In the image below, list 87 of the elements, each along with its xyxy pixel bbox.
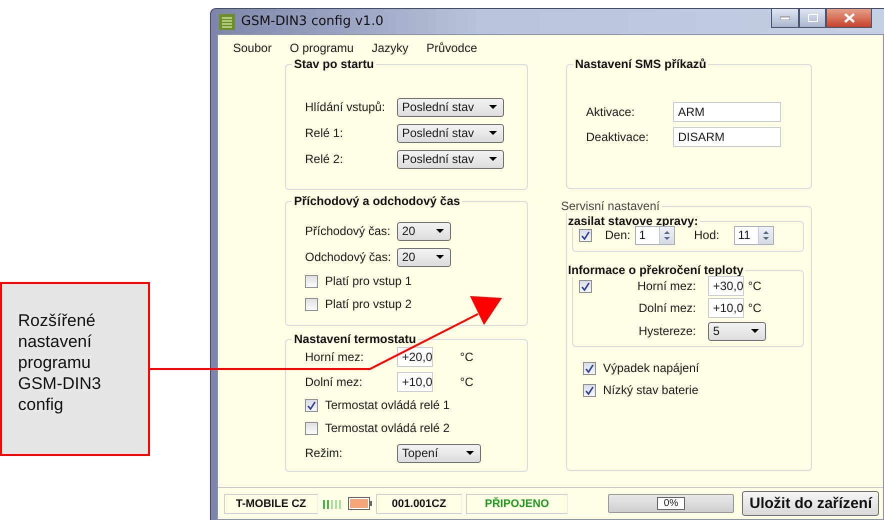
dropdown[interactable]: Poslední stav xyxy=(397,98,504,116)
dropdown[interactable]: Topení xyxy=(397,444,481,462)
group-title: zasilat stavove zpravy: xyxy=(567,214,700,228)
text-field[interactable]: +30,0 xyxy=(708,276,744,296)
field-label: Hlídání vstupů: xyxy=(305,100,386,114)
caret-icon xyxy=(436,255,444,259)
checkbox[interactable] xyxy=(305,398,318,412)
checkbox[interactable] xyxy=(583,362,596,374)
close-icon xyxy=(844,13,854,23)
caret-icon xyxy=(489,157,497,161)
window-title: GSM-DIN3 config v1.0 xyxy=(241,14,384,29)
progress-reading: 0% xyxy=(656,497,686,510)
number-spinner[interactable]: 1 xyxy=(635,226,675,244)
checkbox[interactable] xyxy=(305,274,318,288)
unit-label: °C xyxy=(460,350,474,364)
text-field[interactable]: +20,0 xyxy=(397,347,433,367)
checkbox[interactable] xyxy=(305,422,318,434)
maximize-icon xyxy=(808,14,818,22)
checkbox[interactable] xyxy=(305,298,318,310)
group-title: Informace o překročení teploty xyxy=(567,263,744,277)
group-title: Nastavení SMS příkazů xyxy=(574,57,708,71)
save-button[interactable]: Uložit do zařízení xyxy=(742,491,879,516)
group-title: Nastavení termostatu xyxy=(293,332,418,346)
checkbox[interactable] xyxy=(579,280,592,292)
checkbox-label: Nízký stav baterie xyxy=(603,383,698,397)
text-field[interactable]: DISARM xyxy=(673,127,781,147)
field-label: Horní mez: xyxy=(305,350,365,364)
phone-number: 001.001CZ xyxy=(376,494,462,514)
minimize-button[interactable] xyxy=(771,9,799,28)
field-label: Odchodový čas: xyxy=(305,250,392,264)
menu-item[interactable]: Soubor xyxy=(233,41,272,57)
caret-icon xyxy=(466,451,474,455)
unit-label: °C xyxy=(748,279,762,293)
field-label: Aktivace: xyxy=(586,105,636,119)
annotation-callout: Rozšířené nastavení programu GSM-DIN3 config xyxy=(0,282,150,456)
menu-item[interactable]: O programu xyxy=(290,41,354,57)
caret-icon xyxy=(436,229,444,233)
text-field[interactable]: +10,0 xyxy=(397,372,433,392)
caret-icon xyxy=(489,131,497,135)
battery-icon xyxy=(348,497,372,510)
checkmark-icon xyxy=(585,364,594,372)
caret-icon xyxy=(489,105,497,109)
operator-name: T-MOBILE CZ xyxy=(224,494,318,514)
checkbox-label: Platí pro vstup 1 xyxy=(325,274,412,288)
field-label: Horní mez: xyxy=(636,279,696,293)
menu-item[interactable]: Jazyky xyxy=(372,41,408,57)
field-label: Hod: xyxy=(694,228,720,242)
checkmark-icon xyxy=(581,230,590,240)
field-label: Relé 2: xyxy=(305,152,344,166)
connection-status: PŘIPOJENO xyxy=(466,494,568,514)
close-button[interactable] xyxy=(826,9,872,28)
app-icon xyxy=(219,14,235,30)
checkbox-label: Výpadek napájení xyxy=(603,361,700,375)
checkbox[interactable] xyxy=(579,228,592,242)
dropdown[interactable]: 20 xyxy=(397,222,451,240)
number-spinner[interactable]: 11 xyxy=(734,226,774,244)
unit-label: °C xyxy=(748,301,762,315)
group-title: Servisní nastavení xyxy=(560,199,661,213)
field-label: Relé 1: xyxy=(305,126,344,140)
text-field[interactable]: ARM xyxy=(673,102,781,122)
field-label: Režim: xyxy=(305,446,344,460)
checkbox-label: Termostat ovládá relé 2 xyxy=(325,421,450,435)
checkmark-icon xyxy=(585,386,594,394)
menu-item[interactable]: Průvodce xyxy=(426,41,478,57)
unit-label: °C xyxy=(460,375,474,389)
maximize-button[interactable] xyxy=(799,9,826,28)
dropdown[interactable]: Poslední stav xyxy=(397,124,504,142)
caret-icon xyxy=(751,329,759,333)
checkbox[interactable] xyxy=(583,384,596,396)
field-label: Příchodový čas: xyxy=(305,224,392,238)
field-label: Den: xyxy=(605,228,632,242)
minimize-icon xyxy=(780,16,790,20)
field-label: Hystereze: xyxy=(638,324,696,338)
field-label: Deaktivace: xyxy=(586,130,650,144)
signal-icon xyxy=(322,498,344,510)
field-label: Dolní mez: xyxy=(638,301,696,315)
dropdown[interactable]: Poslední stav xyxy=(397,150,504,168)
dropdown[interactable]: 20 xyxy=(397,248,451,266)
checkbox-label: Termostat ovládá relé 1 xyxy=(325,398,450,412)
dropdown[interactable]: 5 xyxy=(708,322,766,340)
group-title: Příchodový a odchodový čas xyxy=(293,194,462,208)
field-label: Dolní mez: xyxy=(305,375,364,389)
text-field[interactable]: +10,0 xyxy=(708,298,744,318)
checkbox-label: Platí pro vstup 2 xyxy=(325,297,412,311)
checkmark-icon xyxy=(581,282,590,290)
checkmark-icon xyxy=(307,400,316,410)
group-title: Stav po startu xyxy=(293,57,376,71)
